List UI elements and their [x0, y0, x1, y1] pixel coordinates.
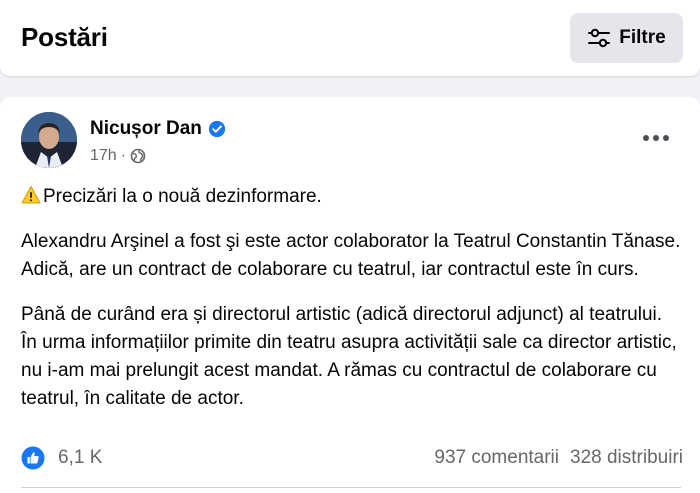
- page-title: Postări: [21, 22, 108, 52]
- post-timestamp[interactable]: 17h: [90, 147, 117, 165]
- more-options-icon: [643, 135, 649, 141]
- post-card: Nicușor Dan 17h · Precizări la o nouă de…: [0, 97, 700, 493]
- warning-emoji-icon: [21, 186, 43, 207]
- divider: [21, 487, 681, 488]
- post-stats: 6,1 K 937 comentarii 328 distribuiri: [21, 444, 683, 472]
- like-reaction-icon[interactable]: [21, 446, 45, 470]
- verified-badge-icon: [208, 120, 226, 138]
- avatar[interactable]: [21, 112, 77, 168]
- posts-header: Postări Filtre: [0, 0, 700, 76]
- engagement-stats: 937 comentarii 328 distribuiri: [434, 447, 683, 469]
- filter-button-label: Filtre: [619, 27, 666, 48]
- post-meta: 17h ·: [90, 147, 146, 165]
- meta-separator: ·: [120, 147, 127, 164]
- filter-button[interactable]: Filtre: [570, 13, 683, 63]
- more-options-button[interactable]: [636, 123, 676, 153]
- shares-count[interactable]: 328 distribuiri: [570, 447, 683, 469]
- post-text: Precizări la o nouă dezinformare. Alexan…: [21, 183, 681, 430]
- author-name[interactable]: Nicușor Dan: [90, 118, 202, 140]
- post-paragraph: Alexandru Arşinel a fost şi este actor c…: [21, 231, 681, 280]
- post-paragraph-text: Precizări la o nouă dezinformare.: [43, 186, 322, 207]
- author-row: Nicușor Dan: [90, 118, 226, 140]
- sliders-icon: [587, 27, 611, 49]
- post-paragraph: Precizări la o nouă dezinformare.: [21, 183, 681, 211]
- reactions-count[interactable]: 6,1 K: [58, 447, 102, 469]
- globe-icon: [130, 148, 146, 164]
- post-paragraph: Până de curând era și directorul artisti…: [21, 304, 677, 409]
- comments-count[interactable]: 937 comentarii: [434, 447, 559, 469]
